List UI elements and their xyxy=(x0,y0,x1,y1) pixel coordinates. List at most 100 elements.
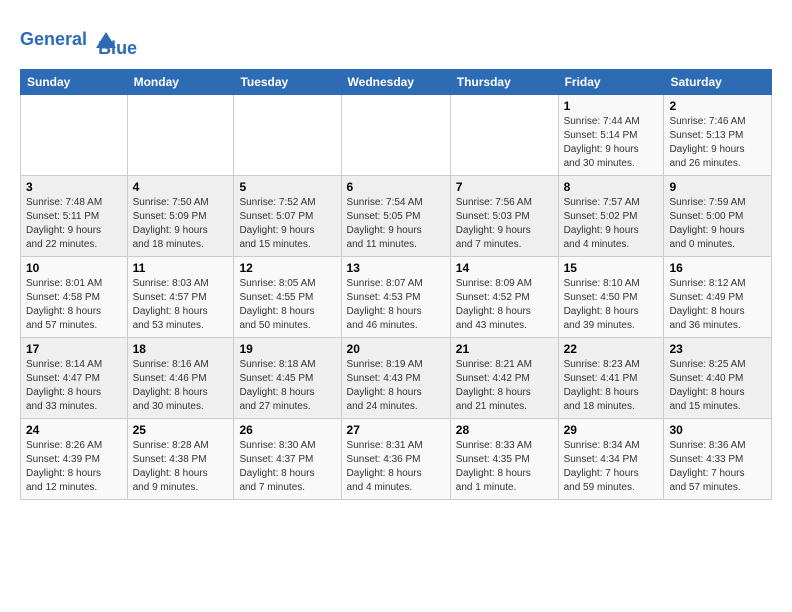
day-info: Sunrise: 8:28 AM Sunset: 4:38 PM Dayligh… xyxy=(133,439,229,495)
day-info: Sunrise: 7:57 AM Sunset: 5:02 PM Dayligh… xyxy=(564,196,659,252)
calendar-cell: 24 Sunrise: 8:26 AM Sunset: 4:39 PM Dayli… xyxy=(21,419,128,500)
weekday-header-monday: Monday xyxy=(127,70,234,95)
calendar-cell: 7Sunrise: 7:56 AM Sunset: 5:03 PM Daylig… xyxy=(450,176,558,257)
day-info: Sunrise: 8:18 AM Sunset: 4:45 PM Dayligh… xyxy=(239,358,335,414)
calendar-cell: 28 Sunrise: 8:33 AM Sunset: 4:35 PM Dayli… xyxy=(450,419,558,500)
day-info: Sunrise: 7:52 AM Sunset: 5:07 PM Dayligh… xyxy=(239,196,335,252)
day-info: Sunrise: 7:54 AM Sunset: 5:05 PM Dayligh… xyxy=(347,196,445,252)
calendar-cell: 19Sunrise: 8:18 AM Sunset: 4:45 PM Dayli… xyxy=(234,338,341,419)
calendar-cell: 30Sunrise: 8:36 AM Sunset: 4:33 PM Dayli… xyxy=(664,419,772,500)
calendar-cell: 11 Sunrise: 8:03 AM Sunset: 4:57 PM Dayli… xyxy=(127,257,234,338)
calendar-cell: 1 Sunrise: 7:44 AM Sunset: 5:14 PM Daylig… xyxy=(558,95,664,176)
day-info: Sunrise: 8:19 AM Sunset: 4:43 PM Dayligh… xyxy=(347,358,445,414)
day-number: 5 xyxy=(239,180,335,194)
calendar-cell: 26 Sunrise: 8:30 AM Sunset: 4:37 PM Dayli… xyxy=(234,419,341,500)
calendar-cell: 29 Sunrise: 8:34 AM Sunset: 4:34 PM Dayli… xyxy=(558,419,664,500)
weekday-header-thursday: Thursday xyxy=(450,70,558,95)
calendar-cell: 15 Sunrise: 8:10 AM Sunset: 4:50 PM Dayli… xyxy=(558,257,664,338)
day-number: 12 xyxy=(239,261,335,275)
day-info: Sunrise: 8:30 AM Sunset: 4:37 PM Dayligh… xyxy=(239,439,335,495)
day-number: 20 xyxy=(347,342,445,356)
day-number: 15 xyxy=(564,261,659,275)
day-number: 16 xyxy=(669,261,766,275)
day-number: 2 xyxy=(669,99,766,113)
day-number: 9 xyxy=(669,180,766,194)
day-number: 6 xyxy=(347,180,445,194)
day-info: Sunrise: 8:34 AM Sunset: 4:34 PM Dayligh… xyxy=(564,439,659,495)
day-number: 14 xyxy=(456,261,553,275)
calendar-cell xyxy=(450,95,558,176)
calendar-cell: 16 Sunrise: 8:12 AM Sunset: 4:49 PM Dayli… xyxy=(664,257,772,338)
day-number: 27 xyxy=(347,423,445,437)
calendar-cell: 25 Sunrise: 8:28 AM Sunset: 4:38 PM Dayli… xyxy=(127,419,234,500)
day-number: 30 xyxy=(669,423,766,437)
calendar-header-row: SundayMondayTuesdayWednesdayThursdayFrid… xyxy=(21,70,772,95)
calendar-cell xyxy=(21,95,128,176)
page: General Blue SundayMondayTuesdayWednesda… xyxy=(0,0,792,612)
calendar-cell: 6 Sunrise: 7:54 AM Sunset: 5:05 PM Daylig… xyxy=(341,176,450,257)
calendar-cell: 9 Sunrise: 7:59 AM Sunset: 5:00 PM Daylig… xyxy=(664,176,772,257)
calendar-cell: 23 Sunrise: 8:25 AM Sunset: 4:40 PM Dayli… xyxy=(664,338,772,419)
calendar-week-3: 10 Sunrise: 8:01 AM Sunset: 4:58 PM Dayli… xyxy=(21,257,772,338)
calendar-cell: 14 Sunrise: 8:09 AM Sunset: 4:52 PM Dayli… xyxy=(450,257,558,338)
day-number: 17 xyxy=(26,342,122,356)
day-info: Sunrise: 8:05 AM Sunset: 4:55 PM Dayligh… xyxy=(239,277,335,333)
day-info: Sunrise: 8:09 AM Sunset: 4:52 PM Dayligh… xyxy=(456,277,553,333)
day-info: Sunrise: 8:12 AM Sunset: 4:49 PM Dayligh… xyxy=(669,277,766,333)
logo-general: General xyxy=(20,28,87,48)
weekday-header-saturday: Saturday xyxy=(664,70,772,95)
day-info: Sunrise: 7:46 AM Sunset: 5:13 PM Dayligh… xyxy=(669,115,766,171)
day-info: Sunrise: 8:14 AM Sunset: 4:47 PM Dayligh… xyxy=(26,358,122,414)
weekday-header-friday: Friday xyxy=(558,70,664,95)
day-number: 22 xyxy=(564,342,659,356)
day-info: Sunrise: 7:48 AM Sunset: 5:11 PM Dayligh… xyxy=(26,196,122,252)
calendar-cell: 13Sunrise: 8:07 AM Sunset: 4:53 PM Dayli… xyxy=(341,257,450,338)
calendar: SundayMondayTuesdayWednesdayThursdayFrid… xyxy=(20,69,772,500)
calendar-week-4: 17 Sunrise: 8:14 AM Sunset: 4:47 PM Dayli… xyxy=(21,338,772,419)
calendar-cell: 3 Sunrise: 7:48 AM Sunset: 5:11 PM Daylig… xyxy=(21,176,128,257)
day-number: 26 xyxy=(239,423,335,437)
day-info: Sunrise: 7:50 AM Sunset: 5:09 PM Dayligh… xyxy=(133,196,229,252)
day-info: Sunrise: 8:07 AM Sunset: 4:53 PM Dayligh… xyxy=(347,277,445,333)
calendar-cell: 10 Sunrise: 8:01 AM Sunset: 4:58 PM Dayli… xyxy=(21,257,128,338)
day-number: 7 xyxy=(456,180,553,194)
calendar-cell: 2 Sunrise: 7:46 AM Sunset: 5:13 PM Daylig… xyxy=(664,95,772,176)
day-number: 24 xyxy=(26,423,122,437)
day-info: Sunrise: 8:23 AM Sunset: 4:41 PM Dayligh… xyxy=(564,358,659,414)
day-info: Sunrise: 8:03 AM Sunset: 4:57 PM Dayligh… xyxy=(133,277,229,333)
day-number: 25 xyxy=(133,423,229,437)
day-info: Sunrise: 8:21 AM Sunset: 4:42 PM Dayligh… xyxy=(456,358,553,414)
calendar-cell: 18 Sunrise: 8:16 AM Sunset: 4:46 PM Dayli… xyxy=(127,338,234,419)
calendar-cell: 5 Sunrise: 7:52 AM Sunset: 5:07 PM Daylig… xyxy=(234,176,341,257)
day-number: 10 xyxy=(26,261,122,275)
logo: General Blue xyxy=(20,20,137,59)
day-info: Sunrise: 8:25 AM Sunset: 4:40 PM Dayligh… xyxy=(669,358,766,414)
day-number: 8 xyxy=(564,180,659,194)
day-number: 23 xyxy=(669,342,766,356)
header: General Blue xyxy=(20,20,772,59)
day-number: 29 xyxy=(564,423,659,437)
calendar-cell xyxy=(127,95,234,176)
day-number: 28 xyxy=(456,423,553,437)
calendar-cell: 20 Sunrise: 8:19 AM Sunset: 4:43 PM Dayli… xyxy=(341,338,450,419)
day-number: 1 xyxy=(564,99,659,113)
calendar-cell: 17 Sunrise: 8:14 AM Sunset: 4:47 PM Dayli… xyxy=(21,338,128,419)
logo-blue: Blue xyxy=(98,38,137,59)
day-info: Sunrise: 7:59 AM Sunset: 5:00 PM Dayligh… xyxy=(669,196,766,252)
day-number: 11 xyxy=(133,261,229,275)
calendar-cell: 27 Sunrise: 8:31 AM Sunset: 4:36 PM Dayli… xyxy=(341,419,450,500)
calendar-week-2: 3 Sunrise: 7:48 AM Sunset: 5:11 PM Daylig… xyxy=(21,176,772,257)
calendar-cell: 22 Sunrise: 8:23 AM Sunset: 4:41 PM Dayli… xyxy=(558,338,664,419)
day-number: 3 xyxy=(26,180,122,194)
day-info: Sunrise: 8:26 AM Sunset: 4:39 PM Dayligh… xyxy=(26,439,122,495)
day-info: Sunrise: 8:31 AM Sunset: 4:36 PM Dayligh… xyxy=(347,439,445,495)
calendar-week-1: 1 Sunrise: 7:44 AM Sunset: 5:14 PM Daylig… xyxy=(21,95,772,176)
day-info: Sunrise: 8:01 AM Sunset: 4:58 PM Dayligh… xyxy=(26,277,122,333)
day-info: Sunrise: 8:16 AM Sunset: 4:46 PM Dayligh… xyxy=(133,358,229,414)
day-info: Sunrise: 8:10 AM Sunset: 4:50 PM Dayligh… xyxy=(564,277,659,333)
calendar-week-5: 24 Sunrise: 8:26 AM Sunset: 4:39 PM Dayli… xyxy=(21,419,772,500)
day-info: Sunrise: 8:33 AM Sunset: 4:35 PM Dayligh… xyxy=(456,439,553,495)
calendar-cell xyxy=(234,95,341,176)
day-number: 18 xyxy=(133,342,229,356)
day-info: Sunrise: 7:44 AM Sunset: 5:14 PM Dayligh… xyxy=(564,115,659,171)
